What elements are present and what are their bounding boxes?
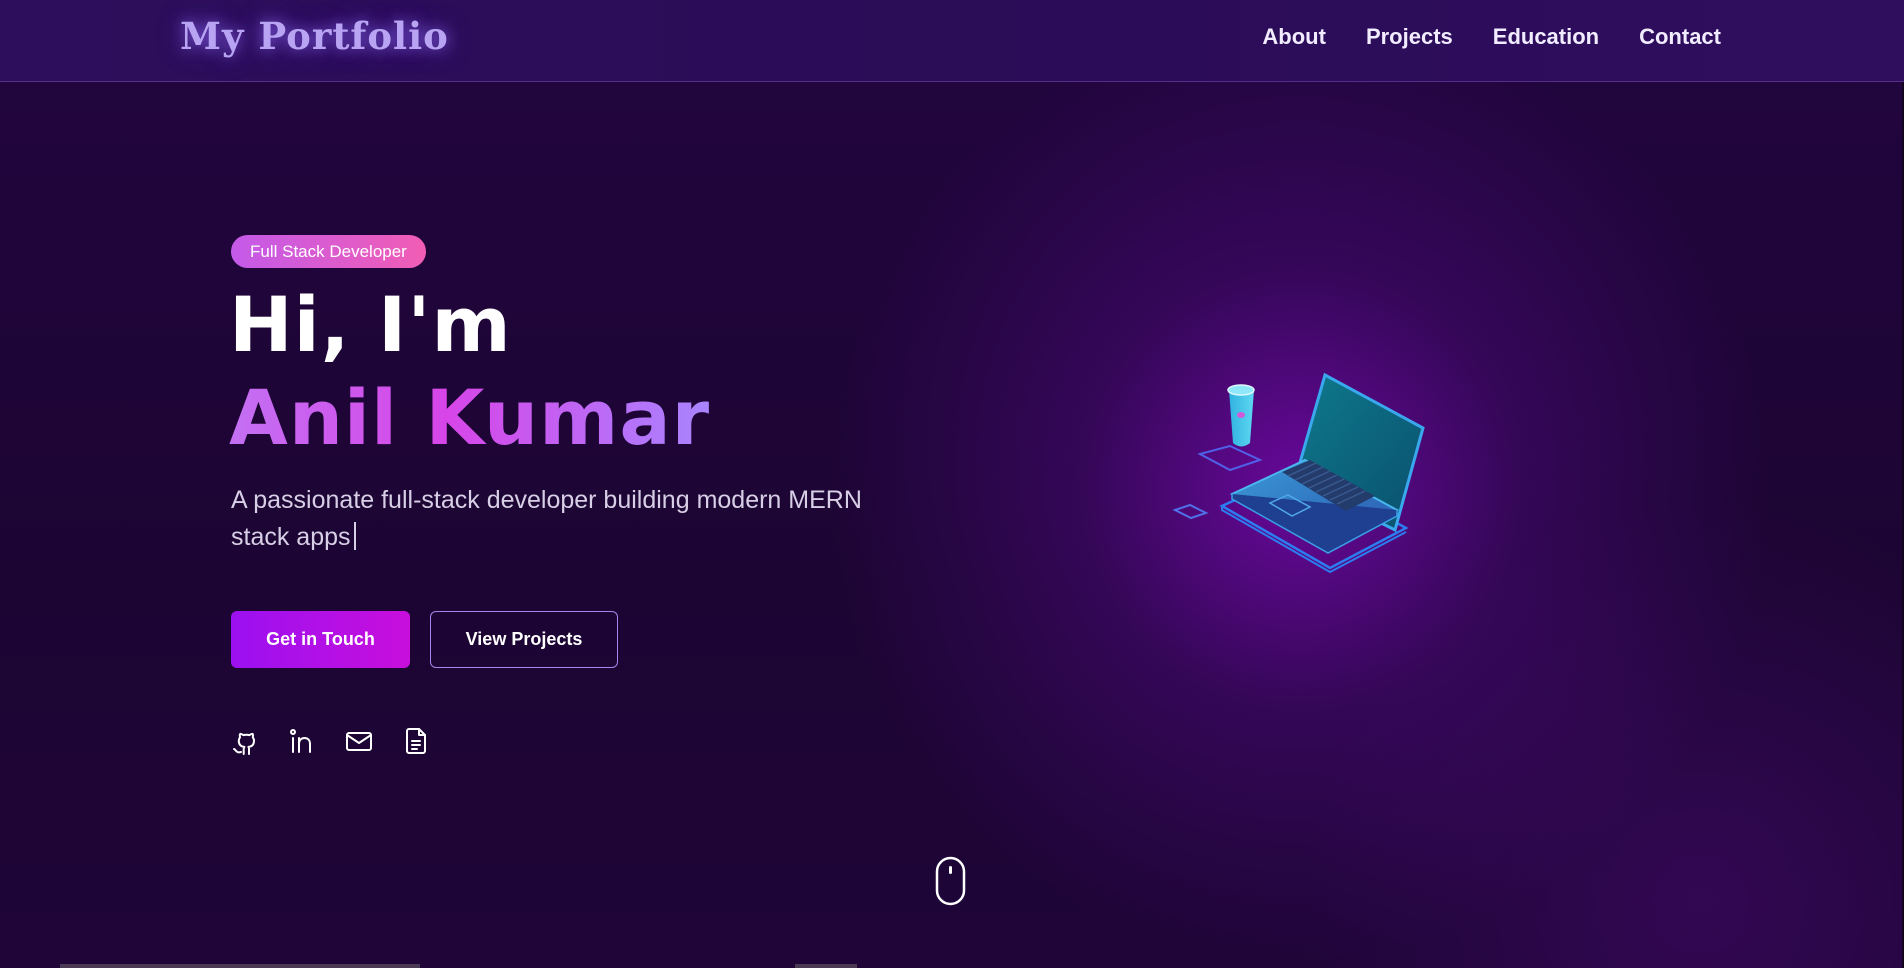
nav-links: About Projects Education Contact bbox=[1262, 24, 1721, 50]
nav-link-education[interactable]: Education bbox=[1493, 24, 1599, 50]
laptop-illustration bbox=[1170, 360, 1440, 580]
tagline-text: A passionate full-stack developer buildi… bbox=[231, 486, 862, 551]
greeting-heading: Hi, I'm bbox=[229, 280, 512, 369]
social-links bbox=[231, 726, 430, 756]
scroll-down-indicator[interactable] bbox=[935, 856, 966, 906]
mail-icon[interactable] bbox=[345, 726, 373, 756]
role-badge: Full Stack Developer bbox=[231, 235, 426, 268]
nav-link-contact[interactable]: Contact bbox=[1639, 24, 1721, 50]
bottom-scrollbar-left bbox=[60, 964, 420, 968]
document-icon[interactable] bbox=[402, 726, 430, 756]
get-in-touch-button[interactable]: Get in Touch bbox=[231, 611, 410, 668]
view-projects-button[interactable]: View Projects bbox=[430, 611, 618, 668]
nav-link-about[interactable]: About bbox=[1262, 24, 1326, 50]
navbar: My Portfolio About Projects Education Co… bbox=[0, 0, 1904, 82]
brand-logo[interactable]: My Portfolio bbox=[180, 14, 449, 58]
bottom-scrollbar-mid bbox=[795, 964, 857, 968]
typing-cursor bbox=[353, 522, 356, 550]
github-icon[interactable] bbox=[231, 726, 259, 756]
name-heading: Anil Kumar bbox=[229, 373, 711, 462]
nav-link-projects[interactable]: Projects bbox=[1366, 24, 1453, 50]
tagline: A passionate full-stack developer buildi… bbox=[231, 482, 891, 556]
linkedin-icon[interactable] bbox=[288, 726, 316, 756]
